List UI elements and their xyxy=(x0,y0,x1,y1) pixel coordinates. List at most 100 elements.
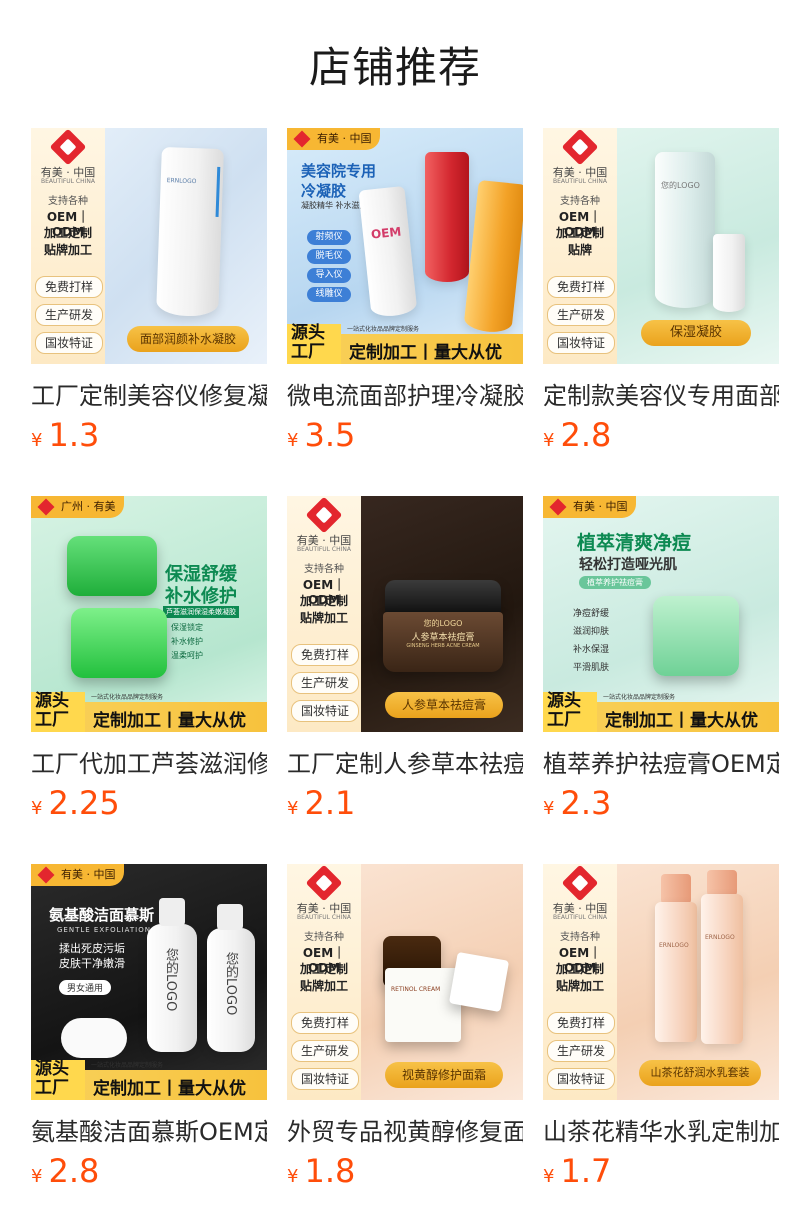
product-name[interactable]: 外贸专品视黄醇修复面霜 xyxy=(287,1112,523,1148)
subheadline: 揉出死皮污垢 xyxy=(59,942,125,955)
product-jar xyxy=(653,596,739,676)
product-tube-white: OEM xyxy=(358,185,418,319)
product-card[interactable]: 有美 · 中国 BEAUTIFUL CHINA 支持各种 OEM｜ODM 加工定… xyxy=(543,864,779,1194)
currency-symbol: ¥ xyxy=(31,1166,43,1187)
product-card[interactable]: 有美 · 中国 美容院专用 冷凝胶 凝胶精华 补水滋润 射频仪 脱毛仪 导入仪 … xyxy=(287,128,523,458)
banner-text: 定制加工丨量大从优 xyxy=(349,343,502,363)
product-price: ¥2.1 xyxy=(287,784,355,822)
feature-tag: 国妆特证 xyxy=(547,332,615,354)
service-line: 贴牌加工 xyxy=(43,243,92,257)
product-box-side xyxy=(448,951,510,1013)
headline: 补水修护 xyxy=(165,586,237,607)
brand-logo-icon xyxy=(549,498,567,516)
banner-source: 源头工厂 xyxy=(287,324,341,364)
support-text: 支持各种 xyxy=(560,196,600,207)
box-label: RETINOL CREAM xyxy=(391,986,441,993)
product-bottle: ERNLOGO xyxy=(701,894,743,1044)
product-price: ¥1.8 xyxy=(287,1152,355,1190)
service-line: 贴牌加工 xyxy=(299,611,348,625)
product-name[interactable]: 氨基酸洁面慕斯OEM定制 xyxy=(31,1112,267,1148)
product-name[interactable]: 植萃养护祛痘膏OEM定制 xyxy=(543,744,779,780)
headline: 植萃清爽净痘 xyxy=(577,532,692,554)
product-image[interactable]: 有美 · 中国 植萃清爽净痘 轻松打造哑光肌 植萃养护祛痘膏 净痘舒缓 滋润抑肤… xyxy=(543,496,779,732)
feature-tag: 国妆特证 xyxy=(547,1068,615,1090)
jar-logo: 您的LOGO xyxy=(423,619,463,628)
promo-banner: 源头工厂 一站式化妆品品牌定制服务 定制加工丨量大从优 xyxy=(543,692,779,732)
pump-head xyxy=(217,904,243,930)
foam xyxy=(61,1018,127,1058)
currency-symbol: ¥ xyxy=(287,1166,299,1187)
product-card[interactable]: 有美 · 中国 BEAUTIFUL CHINA 支持各种 OEM｜ODM 加工定… xyxy=(287,496,523,826)
product-box: RETINOL CREAM xyxy=(385,968,461,1042)
currency-symbol: ¥ xyxy=(543,1166,555,1187)
currency-symbol: ¥ xyxy=(31,798,43,819)
product-image[interactable]: 有美 · 中国 BEAUTIFUL CHINA 支持各种 OEM｜ODM 加工定… xyxy=(287,496,523,732)
product-price: ¥1.7 xyxy=(543,1152,611,1190)
currency-symbol: ¥ xyxy=(287,798,299,819)
feature-tag: 生产研发 xyxy=(291,1040,359,1062)
product-image[interactable]: 广州 · 有美 保湿舒缓 补水修护 芦荟滋润保湿柔嫩凝胶 保湿锁定 补水修护 温… xyxy=(31,496,267,732)
product-image[interactable]: 有美 · 中国 氨基酸洁面慕斯 GENTLE EXFOLIATION 揉出死皮污… xyxy=(31,864,267,1100)
brand-name-en: BEAUTIFUL CHINA xyxy=(297,546,351,553)
product-card[interactable]: 有美 · 中国 BEAUTIFUL CHINA 支持各种 OEM｜ODM 加工定… xyxy=(543,128,779,458)
price-value: 2.1 xyxy=(304,784,356,822)
product-card[interactable]: 有美 · 中国 BEAUTIFUL CHINA 支持各种 OEM｜ODM 加工定… xyxy=(31,128,267,458)
info-panel: 有美 · 中国 BEAUTIFUL CHINA 支持各种 OEM｜ODM 加工定… xyxy=(287,496,361,732)
benefit-item: 平滑肌肤 xyxy=(573,663,610,673)
price-value: 2.8 xyxy=(48,1152,100,1190)
feature-tag: 免费打样 xyxy=(547,276,615,298)
product-card[interactable]: 广州 · 有美 保湿舒缓 补水修护 芦荟滋润保湿柔嫩凝胶 保湿锁定 补水修护 温… xyxy=(31,496,267,826)
benefit-item: 滋润抑肤 xyxy=(573,627,610,637)
product-image[interactable]: 有美 · 中国 美容院专用 冷凝胶 凝胶精华 补水滋润 射频仪 脱毛仪 导入仪 … xyxy=(287,128,523,364)
product-card[interactable]: 有美 · 中国 氨基酸洁面慕斯 GENTLE EXFOLIATION 揉出死皮污… xyxy=(31,864,267,1194)
product-bottle: ERNLOGO xyxy=(655,902,697,1042)
product-label: ERNLOGO xyxy=(166,177,197,186)
product-name[interactable]: 定制款美容仪专用面部凝胶 xyxy=(543,376,779,412)
product-name[interactable]: 微电流面部护理冷凝胶 xyxy=(287,376,523,412)
device-chip: 射频仪 xyxy=(307,230,351,245)
brand-badge: 有美 · 中国 xyxy=(543,496,636,518)
product-name[interactable]: 工厂定制人参草本祛痘膏 xyxy=(287,744,523,780)
jar-name: 人参草本祛痘膏 xyxy=(411,633,475,643)
feature-tag: 国妆特证 xyxy=(35,332,103,354)
promo-banner: 源头工厂 一站式化妆品品牌定制服务 定制加工丨量大从优 xyxy=(287,324,523,364)
product-label: OEM xyxy=(370,224,403,242)
brand-name-en: BEAUTIFUL CHINA xyxy=(553,914,607,921)
product-label: ERNLOGO xyxy=(705,934,735,941)
benefit-item: 温柔呵护 xyxy=(171,651,203,660)
feature-tag: 免费打样 xyxy=(547,1012,615,1034)
product-tube-clear: 您的LOGO xyxy=(655,152,715,308)
support-text: 支持各种 xyxy=(304,932,344,943)
brand-logo-icon xyxy=(293,130,311,148)
service-line: 加工定制 xyxy=(555,226,604,240)
brand-logo-icon xyxy=(305,496,343,534)
benefit-item: 补水保湿 xyxy=(573,645,610,655)
product-image[interactable]: 有美 · 中国 BEAUTIFUL CHINA 支持各种 OEM｜ODM 加工定… xyxy=(31,128,267,364)
headline: 冷凝胶 xyxy=(301,182,347,200)
info-panel: 有美 · 中国 BEAUTIFUL CHINA 支持各种 OEM｜ODM 加工定… xyxy=(31,128,105,364)
product-name[interactable]: 工厂定制美容仪修复凝胶 xyxy=(31,376,267,412)
feature-tag: 免费打样 xyxy=(291,1012,359,1034)
brand-name: 有美 · 中国 xyxy=(573,500,628,513)
product-card[interactable]: 有美 · 中国 植萃清爽净痘 轻松打造哑光肌 植萃养护祛痘膏 净痘舒缓 滋润抑肤… xyxy=(543,496,779,826)
brand-logo-icon xyxy=(561,864,599,902)
product-name[interactable]: 山茶花精华水乳定制加工 xyxy=(543,1112,779,1148)
device-chip: 导入仪 xyxy=(307,268,351,283)
product-bottle: 您的LOGO xyxy=(147,924,197,1052)
banner-text: 定制加工丨量大从优 xyxy=(605,711,758,731)
product-image[interactable]: 有美 · 中国 BEAUTIFUL CHINA 支持各种 OEM｜ODM 加工定… xyxy=(543,128,779,364)
feature-tag: 国妆特证 xyxy=(291,700,359,722)
product-image[interactable]: 有美 · 中国 BEAUTIFUL CHINA 支持各种 OEM｜ODM 加工定… xyxy=(543,864,779,1100)
jar-name-en: GINSENG HERB ACNE CREAM xyxy=(406,643,480,649)
product-name[interactable]: 工厂代加工芦荟滋润修护凝胶 xyxy=(31,744,267,780)
support-text: 支持各种 xyxy=(560,932,600,943)
product-image[interactable]: 有美 · 中国 BEAUTIFUL CHINA 支持各种 OEM｜ODM 加工定… xyxy=(287,864,523,1100)
brand-logo-icon xyxy=(561,128,599,166)
brand-logo-icon xyxy=(37,866,55,884)
product-card[interactable]: 有美 · 中国 BEAUTIFUL CHINA 支持各种 OEM｜ODM 加工定… xyxy=(287,864,523,1194)
service-line: 贴牌 xyxy=(567,243,592,257)
pump-head xyxy=(159,898,185,926)
product-bottle: 您的LOGO xyxy=(207,928,255,1052)
brand-logo-icon xyxy=(49,128,87,166)
brand-name: 有美 · 中国 xyxy=(61,868,116,881)
